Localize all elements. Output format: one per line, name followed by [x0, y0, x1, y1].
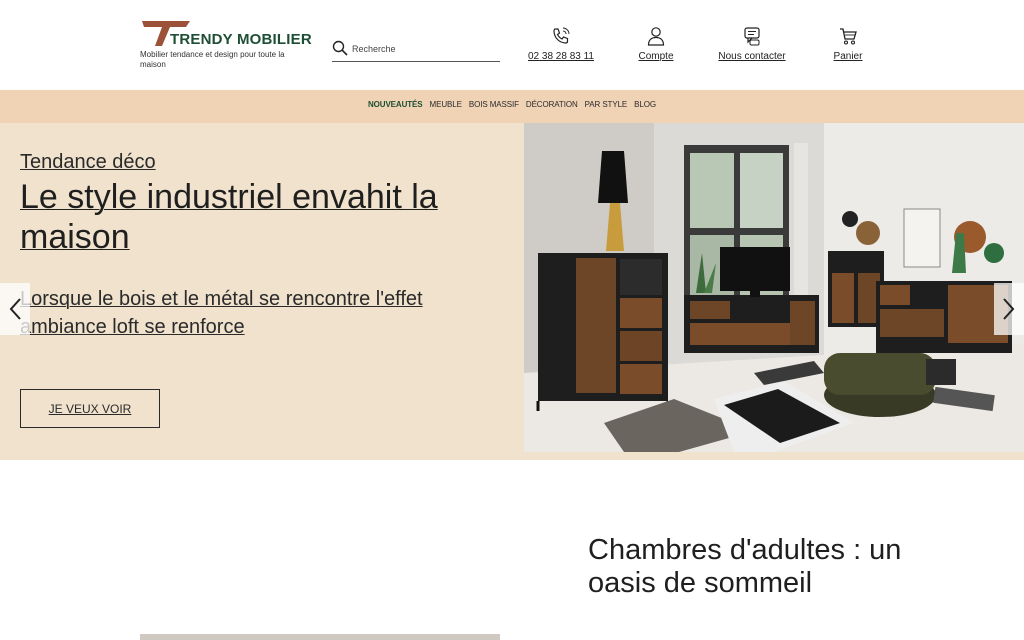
contact-link[interactable]: Nous contacter — [716, 25, 788, 65]
search-input[interactable] — [352, 40, 497, 58]
category-title: Chambres d'adultes : un oasis de sommeil — [588, 534, 902, 599]
main-navigation: NOUVEAUTÉS MEUBLE BOIS MASSIF DÉCORATION… — [0, 90, 1024, 123]
nav-item-decoration[interactable]: DÉCORATION — [526, 100, 578, 109]
cart-link[interactable]: Panier — [826, 25, 870, 65]
brand-logo[interactable]: TRENDY MOBILIER Mobilier tendance et des… — [140, 18, 320, 72]
account-link-label: Compte — [638, 51, 674, 62]
cart-link-label: Panier — [833, 51, 863, 62]
chevron-right-icon — [1003, 298, 1015, 320]
search-bar — [332, 38, 500, 62]
category-section: Chambres d'adultes : un oasis de sommeil — [0, 460, 1024, 640]
carousel-next-button[interactable] — [994, 283, 1024, 335]
hero-subtitle[interactable]: Lorsque le bois et le métal se rencontre… — [20, 285, 510, 341]
phone-link[interactable]: 02 38 28 83 11 — [526, 25, 596, 65]
hero-banner: Tendance déco Le style industriel envahi… — [0, 123, 1024, 460]
carousel-prev-button[interactable] — [0, 283, 30, 335]
nav-item-bois-massif[interactable]: BOIS MASSIF — [469, 100, 519, 109]
nav-list: NOUVEAUTÉS MEUBLE BOIS MASSIF DÉCORATION… — [368, 100, 656, 109]
hero-cta-button[interactable]: JE VEUX VOIR — [20, 389, 160, 428]
site-header: TRENDY MOBILIER Mobilier tendance et des… — [0, 0, 1024, 90]
account-link[interactable]: Compte — [632, 25, 680, 65]
chat-icon — [744, 27, 760, 46]
hero-title[interactable]: Le style industriel envahit la maison — [20, 177, 500, 257]
chevron-left-icon — [9, 298, 21, 320]
category-image[interactable] — [140, 634, 500, 640]
search-icon[interactable] — [332, 40, 348, 56]
brand-name: TRENDY MOBILIER — [170, 31, 312, 48]
phone-icon — [553, 27, 570, 44]
cart-icon — [840, 28, 857, 45]
nav-item-par-style[interactable]: PAR STYLE — [585, 100, 628, 109]
user-icon — [647, 27, 665, 46]
nav-item-blog[interactable]: BLOG — [634, 100, 656, 109]
contact-link-label: Nous contacter — [718, 51, 786, 62]
hero-eyebrow[interactable]: Tendance déco — [20, 151, 156, 174]
brand-tagline: Mobilier tendance et design pour toute l… — [140, 50, 285, 69]
phone-link-label: 02 38 28 83 11 — [528, 51, 594, 62]
nav-item-nouveautes[interactable]: NOUVEAUTÉS — [368, 100, 423, 109]
industrial-living-room-illustration — [524, 123, 1024, 452]
nav-item-meuble[interactable]: MEUBLE — [430, 100, 462, 109]
hero-image[interactable] — [524, 123, 1024, 452]
